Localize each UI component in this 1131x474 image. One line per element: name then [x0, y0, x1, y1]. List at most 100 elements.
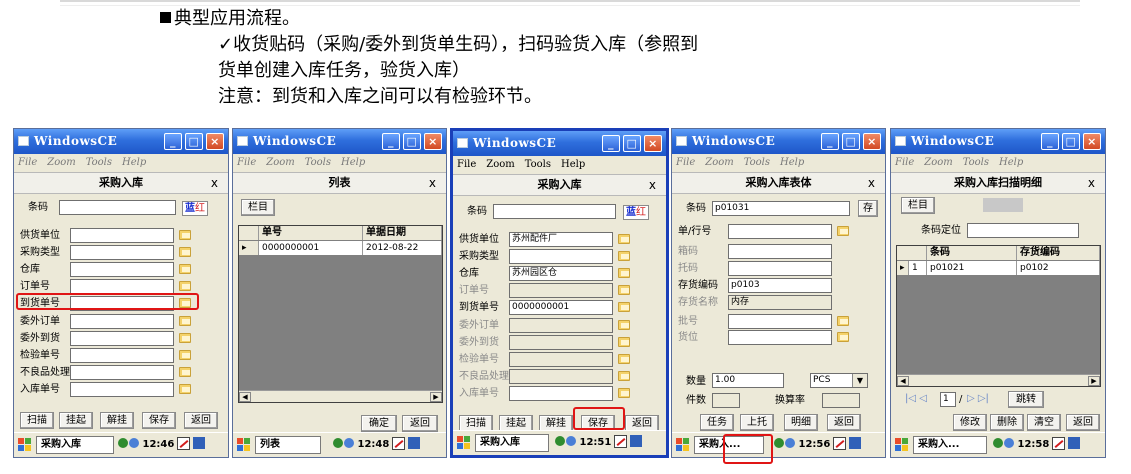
folder-icon[interactable]: [179, 384, 191, 394]
keyboard-icon[interactable]: [833, 437, 847, 450]
location-input[interactable]: [728, 330, 832, 345]
scroll-left-icon[interactable]: ◀: [239, 392, 251, 402]
scan-button[interactable]: 扫描: [20, 412, 54, 429]
horizontal-scrollbar[interactable]: ◀ ▶: [897, 374, 1100, 386]
windows-icon[interactable]: [1068, 437, 1081, 449]
column-header-date[interactable]: 单据日期: [363, 226, 442, 240]
menu-tools[interactable]: Tools: [86, 157, 112, 168]
start-icon[interactable]: [895, 438, 909, 452]
edit-button[interactable]: 修改: [953, 414, 987, 431]
windows-icon[interactable]: [630, 435, 643, 447]
dropdown-arrow-icon[interactable]: ▼: [852, 374, 867, 387]
column-header-inventory-code[interactable]: 存货编码: [1017, 246, 1100, 260]
confirm-button[interactable]: 确定: [361, 415, 397, 432]
detail-button[interactable]: 明细: [784, 414, 818, 431]
menu-help[interactable]: Help: [999, 157, 1023, 168]
start-icon[interactable]: [676, 438, 690, 452]
pager-next-last-icon[interactable]: ▷ ▷|: [967, 393, 989, 404]
purchase-type-input[interactable]: [70, 245, 174, 260]
color-toggle[interactable]: 蓝红: [623, 205, 649, 220]
menu-help[interactable]: Help: [780, 157, 804, 168]
folder-icon[interactable]: [179, 230, 191, 240]
clear-button[interactable]: 清空: [1027, 414, 1061, 431]
folder-icon[interactable]: [618, 251, 630, 261]
defect-handling-input[interactable]: [70, 365, 174, 380]
menu-file[interactable]: File: [18, 157, 37, 168]
windows-icon[interactable]: [849, 437, 862, 449]
close-button[interactable]: ×: [863, 133, 881, 150]
form-close-button[interactable]: x: [211, 173, 218, 193]
menu-help[interactable]: Help: [561, 159, 585, 170]
minimize-button[interactable]: _: [1041, 133, 1059, 150]
folder-icon[interactable]: [837, 316, 849, 326]
folder-icon[interactable]: [618, 268, 630, 278]
supplier-input[interactable]: 苏州配件厂: [509, 232, 613, 247]
table-row[interactable]: ▸ 1 p01021 p0102: [897, 261, 1100, 275]
start-icon[interactable]: [18, 438, 32, 452]
pager-first-prev-icon[interactable]: |◁ ◁: [905, 393, 927, 404]
close-button[interactable]: ×: [206, 133, 224, 150]
quantity-input[interactable]: 1.00: [712, 373, 784, 388]
folder-icon[interactable]: [179, 264, 191, 274]
form-close-button[interactable]: x: [868, 173, 875, 193]
load-pallet-button[interactable]: 上托: [740, 414, 774, 431]
receipt-no-input[interactable]: [70, 382, 174, 397]
folder-icon[interactable]: [837, 332, 849, 342]
taskbar-task[interactable]: 列表: [255, 436, 321, 454]
arrival-no-input[interactable]: 0000000001: [509, 300, 613, 315]
locate-input[interactable]: [967, 223, 1079, 238]
columns-button[interactable]: 栏目: [901, 197, 935, 214]
menu-zoom[interactable]: Zoom: [266, 157, 294, 168]
folder-icon[interactable]: [179, 367, 191, 377]
minimize-button[interactable]: _: [164, 133, 182, 150]
menu-help[interactable]: Help: [341, 157, 365, 168]
jump-button[interactable]: 跳转: [1008, 391, 1044, 408]
menu-file[interactable]: File: [457, 159, 476, 170]
menu-file[interactable]: File: [895, 157, 914, 168]
columns-button[interactable]: 栏目: [241, 199, 275, 216]
horizontal-scrollbar[interactable]: ◀ ▶: [239, 390, 442, 402]
keyboard-icon[interactable]: [1052, 437, 1066, 450]
close-button[interactable]: ×: [1083, 133, 1101, 150]
menu-tools[interactable]: Tools: [525, 159, 551, 170]
form-close-button[interactable]: x: [649, 175, 656, 195]
menu-file[interactable]: File: [676, 157, 695, 168]
minimize-button[interactable]: _: [602, 135, 620, 152]
minimize-button[interactable]: _: [382, 133, 400, 150]
folder-icon[interactable]: [618, 388, 630, 398]
receipt-no-input[interactable]: [509, 386, 613, 401]
maximize-button[interactable]: □: [185, 133, 203, 150]
resume-button[interactable]: 解挂: [100, 412, 134, 429]
column-header-no[interactable]: 单号: [259, 226, 363, 240]
column-header-barcode[interactable]: 条码: [927, 246, 1017, 260]
table-row[interactable]: ▸ 0000000001 2012-08-22: [239, 241, 442, 255]
pallet-code-input[interactable]: [728, 261, 832, 276]
minimize-button[interactable]: _: [821, 133, 839, 150]
menu-help[interactable]: Help: [122, 157, 146, 168]
box-code-input[interactable]: [728, 244, 832, 259]
close-button[interactable]: ×: [644, 135, 662, 152]
barcode-input[interactable]: [59, 200, 176, 215]
start-icon[interactable]: [237, 438, 251, 452]
maximize-button[interactable]: □: [842, 133, 860, 150]
windows-icon[interactable]: [193, 437, 206, 449]
folder-icon[interactable]: [179, 247, 191, 257]
barcode-input[interactable]: p01031: [712, 201, 850, 216]
page-input[interactable]: 1: [940, 392, 956, 407]
warehouse-input[interactable]: 苏州园区仓: [509, 266, 613, 281]
keyboard-icon[interactable]: [614, 435, 628, 448]
maximize-button[interactable]: □: [403, 133, 421, 150]
outsource-arrival-input[interactable]: [70, 331, 174, 346]
taskbar-task[interactable]: 采购入库: [36, 436, 114, 454]
maximize-button[interactable]: □: [623, 135, 641, 152]
taskbar-task[interactable]: 采购入...: [913, 436, 987, 454]
line-no-input[interactable]: [728, 224, 832, 239]
barcode-input[interactable]: [493, 204, 616, 219]
menu-zoom[interactable]: Zoom: [924, 157, 952, 168]
form-close-button[interactable]: x: [1088, 173, 1095, 193]
menu-file[interactable]: File: [237, 157, 256, 168]
back-button[interactable]: 返回: [184, 412, 218, 429]
scroll-right-icon[interactable]: ▶: [1088, 376, 1100, 386]
folder-icon[interactable]: [179, 350, 191, 360]
menu-tools[interactable]: Tools: [305, 157, 331, 168]
